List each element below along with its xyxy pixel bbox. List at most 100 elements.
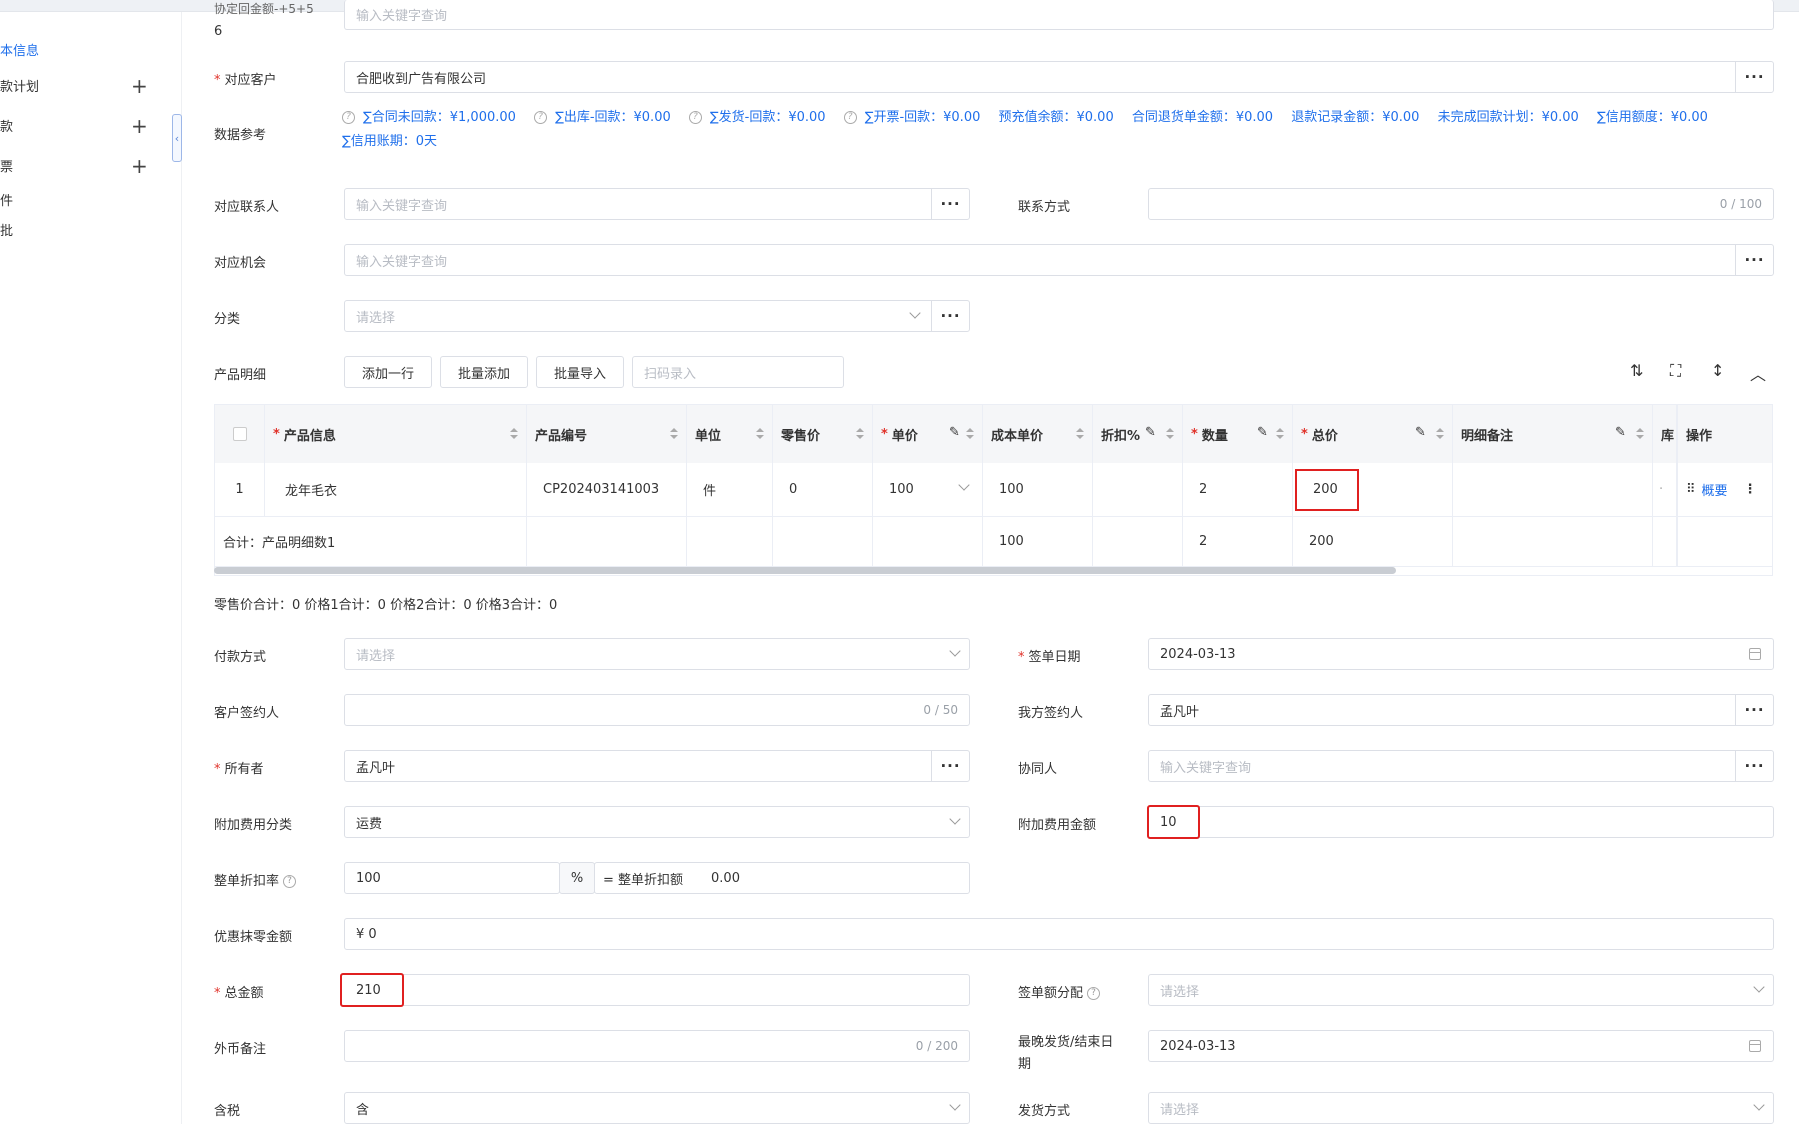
drag-handle-icon[interactable]: ⠿ [1686, 482, 1696, 497]
rounding-input[interactable]: ¥ 0 [344, 918, 1774, 950]
expand-icon[interactable]: ↕ [1711, 361, 1724, 380]
help-icon[interactable]: ? [1087, 987, 1101, 1000]
category-select[interactable]: 请选择 ··· [344, 300, 970, 332]
more-icon[interactable]: ··· [931, 751, 969, 781]
owner-input[interactable]: 孟凡叶 ··· [344, 750, 970, 782]
more-icon[interactable]: ··· [931, 301, 969, 331]
col-discount[interactable]: 折扣% ✎ [1093, 405, 1183, 463]
sort-icon[interactable] [670, 428, 678, 440]
col-remark[interactable]: 明细备注 ✎ [1453, 405, 1653, 463]
sidebar-item-basic-info[interactable]: 本信息 [0, 40, 39, 59]
more-icon[interactable]: ··· [931, 189, 969, 219]
col-cost[interactable]: 成本单价 [983, 405, 1093, 463]
col-product-code[interactable]: 产品编号 [527, 405, 687, 463]
ship-method-select[interactable]: 请选择 [1148, 1092, 1774, 1124]
cell-total-value[interactable]: 200 [1295, 468, 1359, 511]
sidebar-item-payment-plan[interactable]: 款计划 [0, 76, 39, 95]
ref-link[interactable]: ∑出库-回款：¥0.00 [555, 110, 671, 125]
collaborator-input[interactable]: 输入关键字查询 ··· [1148, 750, 1774, 782]
tax-select[interactable]: 含 [344, 1092, 970, 1124]
customer-signer-input[interactable]: 0 / 50 [344, 694, 970, 726]
cell-qty[interactable]: 2 [1183, 463, 1293, 517]
cell-product-name[interactable]: 龙年毛衣 [265, 463, 527, 517]
table-horizontal-scrollbar[interactable] [214, 567, 1396, 574]
sort-icon[interactable] [1436, 428, 1444, 440]
sort-icon[interactable] [966, 428, 974, 440]
collapse-up-icon[interactable]: ︿ [1750, 361, 1766, 385]
cell-retail[interactable]: 0 [773, 463, 873, 517]
edit-icon[interactable]: ✎ [1145, 425, 1156, 440]
sort-icon[interactable] [756, 428, 764, 440]
select-all-checkbox[interactable] [232, 427, 247, 441]
col-product-info[interactable]: * 产品信息 [265, 405, 527, 463]
add-row-button[interactable]: 添加一行 [344, 356, 432, 388]
contact-method-input[interactable]: 0 / 100 [1148, 188, 1774, 220]
help-icon[interactable]: ? [688, 111, 702, 124]
scan-input[interactable]: 扫码录入 [632, 356, 844, 388]
more-vertical-icon[interactable]: ⋮ [1744, 482, 1757, 497]
help-icon[interactable]: ? [342, 111, 355, 124]
sidebar-item-approval[interactable]: 批 [0, 220, 13, 239]
col-unit[interactable]: 单位 [687, 405, 773, 463]
our-signer-input[interactable]: 孟凡叶 ··· [1148, 694, 1774, 726]
edit-icon[interactable]: ✎ [1615, 425, 1626, 440]
add-payment-icon[interactable]: + [131, 116, 148, 136]
sidebar-item-attachment[interactable]: 件 [0, 190, 13, 209]
sign-alloc-select[interactable]: 请选择 [1148, 974, 1774, 1006]
fx-note-input[interactable]: 0 / 200 [344, 1030, 970, 1062]
top-field-input[interactable]: 输入关键字查询 [344, 0, 1774, 30]
more-icon[interactable]: ··· [1735, 751, 1773, 781]
payment-method-select[interactable]: 请选择 [344, 638, 970, 670]
add-invoice-icon[interactable]: + [131, 156, 148, 176]
sort-icon[interactable] [1076, 428, 1084, 440]
extra-fee-amount-input[interactable] [1148, 806, 1774, 838]
sign-date-picker[interactable]: 2024-03-13 [1148, 638, 1774, 670]
total-amount-value[interactable]: 210 [340, 973, 404, 1007]
help-icon[interactable]: ? [534, 111, 548, 124]
batch-add-button[interactable]: 批量添加 [440, 356, 528, 388]
cell-total[interactable]: 200 [1293, 463, 1453, 517]
cell-discount[interactable] [1093, 463, 1183, 517]
sidebar-item-invoice[interactable]: 票 [0, 156, 13, 175]
sort-icon[interactable] [1276, 428, 1284, 440]
contact-input[interactable]: 输入关键字查询 ··· [344, 188, 970, 220]
ref-link[interactable]: 未完成回款计划：¥0.00 [1438, 110, 1579, 125]
cell-cost[interactable]: 100 [983, 463, 1093, 517]
sidebar-collapse-toggle[interactable]: ‹ [172, 114, 182, 162]
cell-remark[interactable] [1453, 463, 1653, 517]
cell-unit[interactable]: 件 [687, 463, 773, 517]
more-icon[interactable]: ··· [1735, 695, 1773, 725]
ref-link[interactable]: ∑发货-回款：¥0.00 [710, 110, 826, 125]
add-payment-plan-icon[interactable]: + [131, 76, 148, 96]
more-icon[interactable]: ··· [1735, 62, 1773, 92]
sort-icon[interactable] [1166, 428, 1174, 440]
extra-fee-category-select[interactable]: 运费 [344, 806, 970, 838]
extra-fee-amount-value[interactable]: 10 [1147, 805, 1200, 839]
discount-rate-input[interactable]: 100 [344, 862, 560, 894]
sort-icon[interactable] [1636, 428, 1644, 440]
col-stock[interactable]: 库 [1653, 405, 1677, 463]
help-icon[interactable]: ? [843, 111, 857, 124]
cell-price[interactable]: 100 [873, 463, 983, 517]
batch-import-button[interactable]: 批量导入 [536, 356, 624, 388]
ref-link[interactable]: 预充值余额：¥0.00 [999, 110, 1114, 125]
col-retail[interactable]: 零售价 [773, 405, 873, 463]
more-icon[interactable]: ··· [1735, 245, 1773, 275]
sidebar-item-payment[interactable]: 款 [0, 116, 13, 135]
sort-icon[interactable] [510, 428, 518, 440]
ref-link[interactable]: 合同退货单金额：¥0.00 [1132, 110, 1273, 125]
row-height-icon[interactable]: ⇅ [1630, 361, 1643, 380]
customer-input[interactable]: 合肥收到广告有限公司 ··· [344, 61, 1774, 93]
col-price[interactable]: * 单价 ✎ [873, 405, 983, 463]
edit-icon[interactable]: ✎ [949, 425, 960, 440]
latest-ship-date-picker[interactable]: 2024-03-13 [1148, 1030, 1774, 1062]
col-total[interactable]: * 总价 ✎ [1293, 405, 1453, 463]
ref-link[interactable]: ∑信用额度：¥0.00 [1597, 110, 1708, 125]
fullscreen-icon[interactable]: ⛶ [1670, 361, 1681, 381]
sort-icon[interactable] [856, 428, 864, 440]
ref-link[interactable]: ∑开票-回款：¥0.00 [865, 110, 981, 125]
opportunity-input[interactable]: 输入关键字查询 ··· [344, 244, 1774, 276]
summary-link[interactable]: 概要 [1702, 480, 1728, 499]
col-qty[interactable]: * 数量 ✎ [1183, 405, 1293, 463]
ref-link[interactable]: ∑合同未回款：¥1,000.00 [363, 110, 516, 125]
